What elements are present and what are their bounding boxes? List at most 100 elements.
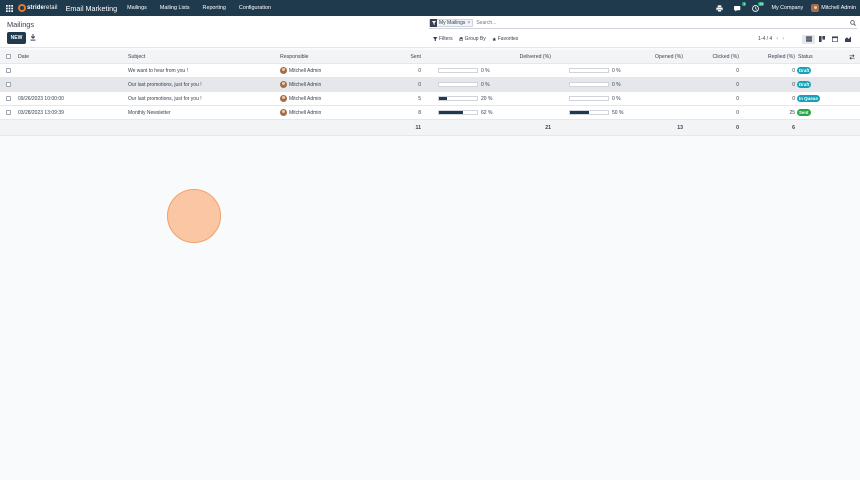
row-checkbox[interactable] — [6, 110, 11, 115]
menu-item-mailings[interactable]: Mailings — [127, 5, 147, 11]
apps-menu-button[interactable] — [0, 0, 18, 16]
cell-sent: 0 — [418, 81, 421, 88]
cell-clicked: 0 — [736, 67, 739, 74]
cell-status: Sent — [797, 106, 837, 119]
column-header-opened[interactable]: Opened (%) — [620, 50, 683, 63]
cell-opened: 0 % — [569, 78, 629, 91]
remove-facet-button[interactable]: × — [467, 20, 472, 26]
menu-item-configuration[interactable]: Configuration — [239, 5, 271, 11]
cell-subject: Monthly Newsletter — [128, 109, 171, 116]
optional-columns-toggle[interactable] — [848, 53, 856, 61]
cell-responsible: Mitchell Admin — [280, 106, 360, 119]
row-checkbox[interactable] — [6, 68, 11, 73]
column-settings-icon — [849, 54, 855, 60]
status-badge: In Queue — [797, 95, 820, 102]
search-options: Filters Group By Favorites — [433, 36, 524, 42]
column-header-delivered[interactable]: Delivered (%) — [480, 50, 551, 63]
total-sent: 11 — [415, 124, 421, 131]
total-replied: 6 — [792, 124, 795, 131]
print-button[interactable] — [713, 3, 725, 13]
column-header-sent[interactable]: Sent — [370, 50, 421, 63]
printer-icon — [716, 4, 723, 12]
user-name: Mitchell Admin — [821, 5, 856, 11]
pager-next-button[interactable]: › — [782, 36, 784, 42]
calendar-view-icon — [831, 36, 838, 42]
main-menu: Mailings Mailing Lists Reporting Configu… — [127, 5, 284, 11]
cell-delivered: 0 % — [438, 78, 498, 91]
cell-clicked: 0 — [736, 109, 739, 116]
company-switcher[interactable]: My Company — [771, 5, 803, 11]
search-button[interactable] — [849, 19, 857, 27]
select-all-checkbox[interactable] — [6, 54, 11, 59]
cell-sent: 8 — [418, 109, 421, 116]
cell-opened: 0 % — [569, 92, 629, 105]
favorites-button[interactable]: Favorites — [491, 36, 518, 42]
control-panel: Mailings NEW My Mailings × Filters Group… — [0, 16, 860, 48]
cell-date: 09/26/2023 10:00:00 — [18, 95, 64, 102]
filter-icon — [433, 36, 438, 42]
column-header-clicked[interactable]: Clicked (%) — [690, 50, 739, 63]
delivered-progress-bar — [438, 110, 478, 115]
menu-item-reporting[interactable]: Reporting — [203, 5, 226, 11]
kanban-view-button[interactable] — [815, 35, 828, 44]
list-view-icon — [805, 36, 812, 42]
breadcrumb: Mailings — [7, 20, 35, 29]
total-clicked: 0 — [736, 124, 739, 131]
opened-progress-bar — [569, 68, 609, 73]
status-badge: Draft — [797, 67, 812, 74]
delivered-progress-bar — [438, 82, 478, 87]
table-row[interactable]: We want to hear from you ! Mitchell Admi… — [0, 64, 860, 78]
kanban-view-icon — [818, 36, 825, 42]
cell-opened: 0 % — [569, 64, 629, 77]
cell-responsible: Mitchell Admin — [280, 92, 360, 105]
graph-view-button[interactable] — [841, 35, 854, 44]
filters-button[interactable]: Filters — [433, 36, 453, 42]
export-button[interactable] — [30, 34, 36, 41]
cell-replied: 0 — [792, 95, 795, 102]
menu-item-mailing-lists[interactable]: Mailing Lists — [160, 5, 190, 11]
opened-progress-bar — [569, 82, 609, 87]
cell-date: 03/28/2023 13:09:39 — [18, 109, 64, 116]
search-icon — [850, 20, 856, 26]
pager-value[interactable]: 1-4 / 4 — [758, 36, 772, 42]
total-delivered: 21 — [545, 124, 551, 131]
column-header-subject[interactable]: Subject — [128, 50, 268, 63]
new-button[interactable]: NEW — [7, 31, 26, 44]
user-menu[interactable]: Mitchell Admin — [811, 4, 856, 12]
apps-grid-icon — [5, 4, 13, 12]
status-badge: Sent — [797, 109, 811, 116]
table-row[interactable]: 03/28/2023 13:09:39 Monthly Newsletter M… — [0, 106, 860, 120]
column-header-status[interactable]: Status — [798, 50, 828, 63]
column-header-responsible[interactable]: Responsible — [280, 50, 360, 63]
column-header-replied[interactable]: Replied (%) — [745, 50, 795, 63]
messages-button[interactable]: 1 — [731, 2, 747, 13]
cell-replied: 0 — [792, 67, 795, 74]
cell-delivered: 62 % — [438, 106, 498, 119]
table-row[interactable]: Our last promotions, just for you ! Mitc… — [0, 78, 860, 92]
calendar-view-button[interactable] — [828, 35, 841, 44]
cell-sent: 5 — [418, 95, 421, 102]
cell-subject: Our last promotions, just for you ! — [128, 95, 202, 102]
cell-clicked: 0 — [736, 81, 739, 88]
cell-responsible: Mitchell Admin — [280, 64, 360, 77]
row-checkbox[interactable] — [6, 82, 11, 87]
activities-button[interactable]: 44 — [749, 2, 765, 13]
click-indicator — [167, 189, 221, 243]
search-facet: My Mailings × — [429, 19, 474, 27]
opened-progress-bar — [569, 96, 609, 101]
delivered-progress-fill — [439, 97, 447, 100]
pager-previous-button[interactable]: ‹ — [776, 36, 778, 42]
cell-subject: We want to hear from you ! — [128, 67, 188, 74]
app-title[interactable]: Email Marketing — [66, 4, 118, 13]
column-header-date[interactable]: Date — [18, 50, 118, 63]
search-input[interactable] — [476, 20, 849, 26]
row-select-cell — [6, 78, 14, 91]
row-checkbox[interactable] — [6, 96, 11, 101]
group-by-button[interactable]: Group By — [458, 36, 486, 42]
table-row[interactable]: 09/26/2023 10:00:00 Our last promotions,… — [0, 92, 860, 106]
list-view-button[interactable] — [802, 34, 815, 44]
star-icon — [491, 36, 497, 41]
brand-logo[interactable]: strideretail — [18, 4, 58, 12]
download-icon — [30, 34, 36, 41]
search-facet-label: My Mailings — [439, 20, 466, 26]
